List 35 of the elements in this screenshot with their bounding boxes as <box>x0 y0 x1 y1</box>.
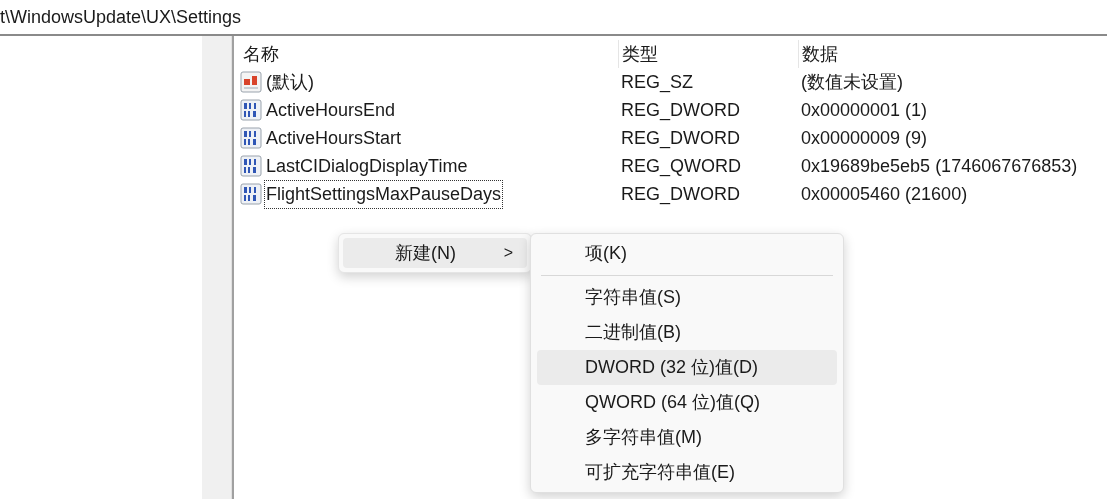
menu-item[interactable]: 字符串值(S) <box>537 280 837 315</box>
value-name[interactable]: FlightSettingsMaxPauseDays <box>264 179 504 209</box>
column-header[interactable]: 数据 <box>798 40 1107 68</box>
value-data: (数值未设置) <box>800 70 904 94</box>
menu-item[interactable]: 二进制值(B) <box>537 315 837 350</box>
menu-item-label: 新建(N) <box>395 241 456 265</box>
value-data: 0x00000001 (1) <box>800 98 929 122</box>
binary-document-icon <box>240 155 262 177</box>
menu-item[interactable]: QWORD (64 位)值(Q) <box>537 385 837 420</box>
column-header[interactable]: 类型 <box>618 40 798 68</box>
value-data: 0x19689be5eb5 (1746067676853) <box>800 154 1079 178</box>
value-type: REG_SZ <box>620 70 695 95</box>
chevron-icon: > <box>503 241 513 265</box>
value-type: REG_DWORD <box>620 126 741 151</box>
value-name[interactable]: (默认) <box>264 67 316 97</box>
binary-document-icon <box>240 127 262 149</box>
value-name[interactable]: ActiveHoursStart <box>264 123 404 153</box>
menu-item[interactable]: 可扩充字符串值(E) <box>537 455 837 490</box>
address-path: t\WindowsUpdate\UX\Settings <box>0 5 242 29</box>
menu-item[interactable]: 多字符串值(M) <box>537 420 837 455</box>
scrollbar[interactable] <box>202 36 232 499</box>
value-type: REG_QWORD <box>620 154 742 179</box>
text-document-icon <box>240 71 262 93</box>
value-data: 0x00005460 (21600) <box>800 182 969 206</box>
menu-item[interactable]: DWORD (32 位)值(D) <box>537 350 837 385</box>
value-type: REG_DWORD <box>620 182 741 207</box>
binary-document-icon <box>240 183 262 205</box>
menu-item[interactable]: 新建(N) > <box>343 238 527 268</box>
menu-item[interactable]: 项(K) <box>537 236 837 271</box>
value-type: REG_DWORD <box>620 98 741 123</box>
value-name[interactable]: LastCIDialogDisplayTime <box>264 151 470 181</box>
binary-document-icon <box>240 99 262 121</box>
column-header[interactable]: 名称 <box>240 40 618 68</box>
value-name[interactable]: ActiveHoursEnd <box>264 95 398 125</box>
value-data: 0x00000009 (9) <box>800 126 929 150</box>
